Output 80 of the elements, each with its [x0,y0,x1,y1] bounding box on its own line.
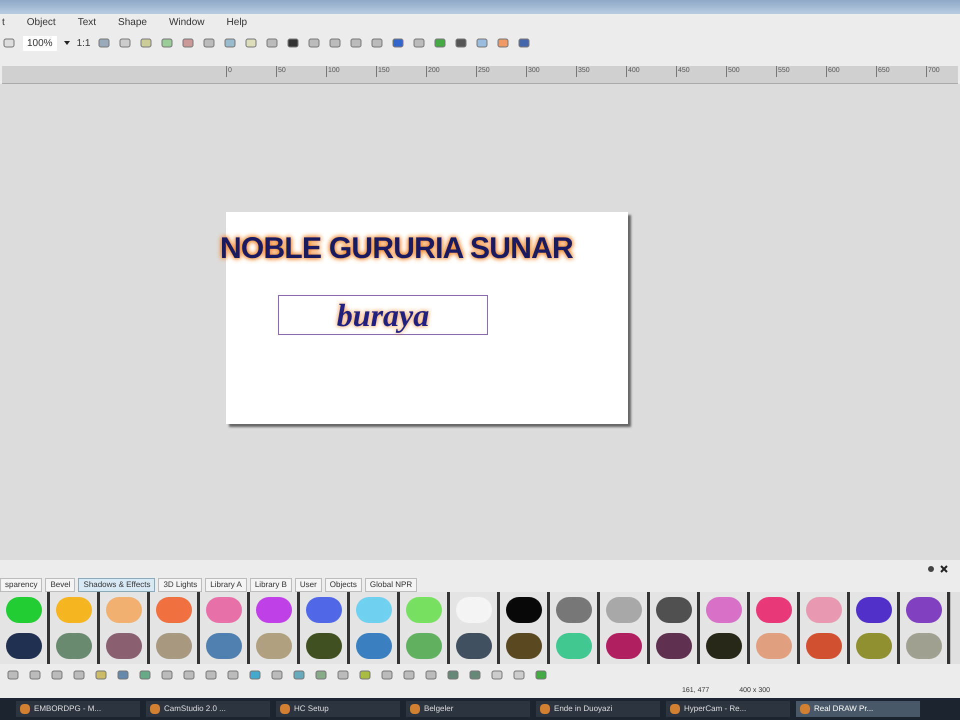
swatch[interactable] [200,592,250,628]
menu-item[interactable]: Shape [118,14,147,30]
menu-item[interactable]: Window [168,14,205,30]
swatch[interactable] [50,592,100,628]
swatch[interactable] [100,628,150,664]
swatch[interactable] [500,628,550,664]
swatch[interactable] [850,628,900,664]
menu-item[interactable]: Help [226,14,248,30]
panel-tab[interactable]: 3D Lights [158,578,202,592]
panel-tab[interactable]: Objects [324,578,362,592]
swatch[interactable] [450,592,500,628]
taskbar-button[interactable]: Real DRAW Pr... [796,701,920,717]
swatch[interactable] [650,628,700,664]
swatch[interactable] [850,592,900,628]
menu-item[interactable]: Object [26,14,56,30]
swatch[interactable] [600,628,650,664]
selected-text: buraya [336,296,430,335]
taskbar-button[interactable]: CamStudio 2.0 ... [146,701,270,717]
swatch[interactable] [400,592,450,628]
toolbar-icon[interactable] [391,36,406,50]
zoom-field[interactable]: 100% [23,36,57,50]
swatch[interactable] [350,592,400,628]
swatch[interactable] [650,592,700,628]
swatch[interactable] [50,628,100,664]
app-icon [280,704,290,714]
panel-tab[interactable]: Library B [250,578,292,592]
swatch[interactable] [300,592,350,628]
toolbar-icon[interactable] [454,36,468,50]
taskbar-button[interactable]: Ende in Duoyazi [536,701,660,717]
toolbar-icon[interactable] [517,36,532,50]
close-icon[interactable] [940,565,948,573]
app-icon [670,704,680,714]
swatch[interactable] [550,628,600,664]
swatch[interactable] [350,628,400,664]
menu-item[interactable]: Text [78,14,96,30]
app-icon [540,704,550,714]
text-selection[interactable]: buraya [278,295,488,335]
panel-tab[interactable]: User [294,578,322,592]
swatch[interactable] [750,628,800,664]
panel-tab[interactable]: Shadows & Effects [78,578,156,592]
swatch[interactable] [800,628,850,664]
swatch[interactable] [0,628,50,664]
swatch[interactable] [700,628,750,664]
app-icon [410,704,420,714]
swatch[interactable] [800,592,850,628]
dropdown-caret-icon[interactable] [64,41,70,45]
swatch[interactable] [750,592,800,628]
swatch[interactable] [500,592,550,628]
scrollbar[interactable] [950,592,960,664]
taskbar-button[interactable]: HC Setup [276,701,400,717]
swatch[interactable] [250,592,300,628]
swatch[interactable] [600,592,650,628]
app-icon [150,704,160,714]
panel-tab[interactable]: Library A [205,578,247,592]
taskbar-button[interactable]: HyperCam - Re... [666,701,790,717]
swatch[interactable] [100,592,150,628]
app-icon [20,704,30,714]
swatch[interactable] [150,592,200,628]
swatch[interactable] [250,628,300,664]
panel-tab[interactable]: Bevel [45,578,76,592]
swatch[interactable] [0,592,50,628]
app-icon [800,704,810,714]
ratio-button[interactable]: 1:1 [76,36,90,50]
swatch[interactable] [300,628,350,664]
swatch[interactable] [400,628,450,664]
swatch[interactable] [550,592,600,628]
swatch[interactable] [900,628,950,664]
swatch[interactable] [900,592,950,628]
panel-tab[interactable]: Global NPR [364,578,418,592]
swatch[interactable] [200,628,250,664]
menu-item[interactable]: t [2,14,5,30]
taskbar-button[interactable]: Belgeler [406,701,530,717]
headline-text: NOBLE GURURIA SUNAR [220,231,574,267]
swatch[interactable] [700,592,750,628]
swatch[interactable] [450,628,500,664]
taskbar-button[interactable]: EMBORDPG - M... [16,701,140,717]
toolbar-icon[interactable] [286,36,300,50]
swatch[interactable] [150,628,200,664]
panel-tab[interactable]: sparency [0,578,42,592]
pin-icon[interactable] [928,566,934,572]
